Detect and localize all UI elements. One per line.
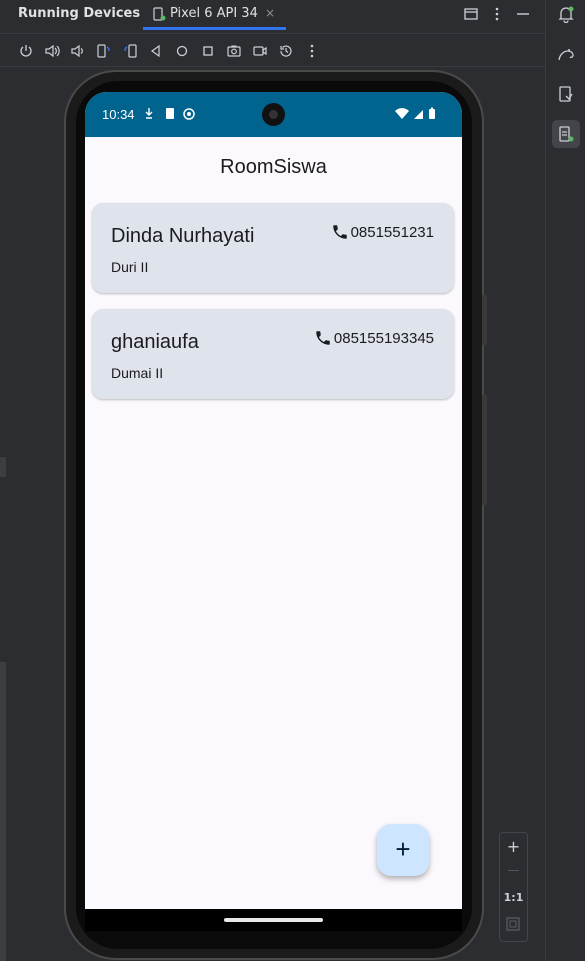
home-gesture-handle[interactable] bbox=[224, 918, 323, 922]
close-tab-icon[interactable]: × bbox=[265, 6, 275, 20]
screenshot-icon[interactable] bbox=[226, 43, 242, 59]
minimize-icon[interactable] bbox=[515, 6, 531, 22]
zoom-actual-size-button[interactable]: 1:1 bbox=[500, 891, 527, 904]
rotate-right-icon[interactable] bbox=[122, 43, 138, 59]
front-camera bbox=[262, 103, 285, 126]
app-title: RoomSiswa bbox=[220, 156, 327, 178]
add-student-button[interactable]: + bbox=[377, 824, 429, 876]
device-toolbar bbox=[0, 38, 545, 64]
device-tab-label: Pixel 6 API 34 bbox=[170, 6, 258, 21]
zoom-out-button[interactable]: — bbox=[500, 863, 527, 877]
student-card[interactable]: Dinda Nurhayati Duri II 0851551231 bbox=[92, 203, 454, 293]
student-phone-number: 085155193345 bbox=[333, 329, 434, 347]
device-manager-button[interactable] bbox=[552, 80, 580, 108]
left-gutter bbox=[0, 67, 6, 961]
more-options-icon[interactable] bbox=[489, 6, 505, 22]
status-system-icons bbox=[395, 107, 435, 119]
toolbar-divider bbox=[0, 66, 545, 67]
snapshot-history-icon[interactable] bbox=[278, 43, 294, 59]
overview-icon[interactable] bbox=[200, 43, 216, 59]
device-power-key bbox=[482, 295, 487, 345]
phone-icon bbox=[316, 331, 330, 345]
student-phone-number: 0851551231 bbox=[350, 223, 434, 241]
bell-icon bbox=[558, 6, 574, 23]
device-tab-icon bbox=[153, 7, 166, 21]
device-tab[interactable]: Pixel 6 API 34 × bbox=[143, 0, 286, 30]
volume-up-icon[interactable] bbox=[44, 43, 60, 59]
toolbar-more-icon[interactable] bbox=[304, 43, 320, 59]
signal-icon bbox=[414, 110, 423, 119]
student-name: ghaniaufa bbox=[111, 331, 199, 353]
device-manager-icon bbox=[559, 86, 573, 102]
volume-down-icon[interactable] bbox=[69, 43, 85, 59]
window-layout-icon[interactable] bbox=[463, 6, 479, 22]
student-address: Duri II bbox=[111, 259, 149, 275]
student-name: Dinda Nurhayati bbox=[111, 225, 255, 247]
wifi-icon bbox=[395, 108, 409, 119]
download-icon bbox=[145, 108, 153, 119]
sd-card-icon bbox=[166, 108, 174, 119]
gutter-mark bbox=[0, 457, 6, 477]
back-icon[interactable] bbox=[148, 43, 164, 59]
home-icon[interactable] bbox=[174, 43, 190, 59]
student-card[interactable]: ghaniaufa Dumai II 085155193345 bbox=[92, 309, 454, 399]
zoom-fit-icon[interactable] bbox=[506, 917, 520, 931]
device-volume-key bbox=[482, 395, 487, 505]
running-devices-button[interactable] bbox=[552, 120, 580, 148]
phone-icon bbox=[332, 225, 347, 239]
student-phone: 085155193345 bbox=[314, 329, 434, 347]
status-bar: 10:34 bbox=[85, 92, 462, 137]
zoom-in-button[interactable]: + bbox=[500, 837, 527, 856]
tool-window-header: Running Devices Pixel 6 API 34 × bbox=[0, 0, 545, 30]
gradle-icon bbox=[558, 49, 574, 61]
gesture-nav-bar bbox=[85, 909, 462, 931]
notifications-button[interactable] bbox=[552, 0, 580, 28]
status-notification-icons bbox=[145, 108, 195, 120]
gradle-button[interactable] bbox=[552, 40, 580, 68]
device-screen[interactable]: 10:34 RoomSiswa Dinda Nurhayati Duri II … bbox=[85, 92, 462, 930]
screen-record-icon[interactable] bbox=[252, 43, 268, 59]
header-divider bbox=[0, 33, 545, 34]
rotate-left-icon[interactable] bbox=[96, 43, 112, 59]
right-tool-sidebar bbox=[545, 0, 585, 961]
student-address: Dumai II bbox=[111, 365, 164, 381]
tab-active-indicator bbox=[143, 27, 286, 30]
student-phone: 0851551231 bbox=[331, 223, 434, 241]
status-time: 10:34 bbox=[102, 107, 135, 122]
power-icon[interactable] bbox=[18, 43, 34, 59]
gutter-mark bbox=[0, 662, 6, 961]
running-devices-icon bbox=[559, 126, 574, 142]
zoom-controls: + — 1:1 bbox=[499, 832, 528, 942]
battery-icon bbox=[429, 109, 435, 119]
tool-window-title: Running Devices bbox=[18, 6, 141, 21]
